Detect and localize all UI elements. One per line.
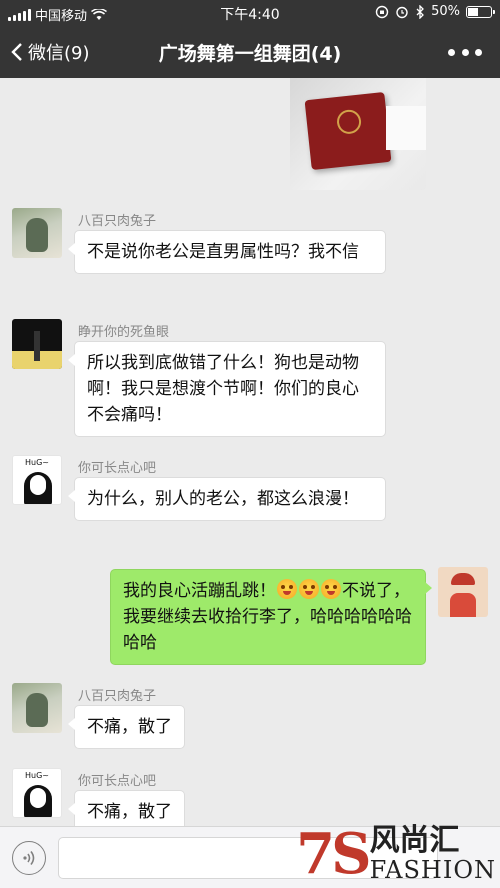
bluetooth-icon — [416, 4, 425, 19]
avatar[interactable] — [12, 683, 62, 733]
flushed-emoji-icon — [299, 579, 319, 599]
sender-name: 你可长点心吧 — [78, 461, 157, 476]
top-bar: 中国移动 下午4:40 50% 微信(9) 广场舞第一组舞团(4) — [0, 0, 500, 78]
passport-image — [304, 92, 392, 170]
message-text: 我的良心活蹦乱跳！ — [123, 581, 276, 601]
message-bubble-me[interactable]: 我的良心活蹦乱跳！ 不说了，我要继续去收拾行李了，哈哈哈哈哈哈哈哈 — [110, 569, 432, 665]
more-button[interactable] — [448, 40, 482, 64]
sender-name: 睁开你的死鱼眼 — [78, 325, 170, 340]
battery-percent: 50% — [431, 4, 460, 19]
battery-icon — [466, 5, 495, 18]
flushed-emoji-icon — [277, 579, 297, 599]
rotation-lock-icon — [375, 5, 389, 18]
chat-title: 广场舞第一组舞团(4) — [158, 43, 342, 65]
voice-icon — [23, 851, 35, 865]
avatar[interactable]: HuG~ — [12, 768, 62, 818]
message-bubble[interactable]: 不痛，散了 — [68, 705, 185, 749]
status-right: 50% — [375, 4, 495, 19]
avatar-caption: HuG~ — [25, 458, 49, 467]
status-bar: 中国移动 下午4:40 50% — [0, 0, 500, 26]
message-bubble[interactable]: 为什么，别人的老公，都这么浪漫！ — [68, 477, 386, 521]
message-bubble[interactable]: 不是说你老公是直男属性吗？我不信 — [68, 230, 386, 274]
flushed-emoji-icon — [321, 579, 341, 599]
nav-bar: 微信(9) 广场舞第一组舞团(4) — [0, 26, 500, 78]
alarm-icon — [396, 6, 408, 18]
avatar[interactable] — [12, 208, 62, 258]
chat-area[interactable]: 八百只肉兔子 不是说你老公是直男属性吗？我不信 睁开你的死鱼眼 所以我到底做错了… — [0, 78, 500, 826]
sender-name: 八百只肉兔子 — [78, 689, 157, 704]
message-input[interactable] — [58, 837, 438, 879]
avatar[interactable]: HuG~ — [12, 455, 62, 505]
sender-name: 八百只肉兔子 — [78, 214, 157, 229]
avatar[interactable] — [12, 319, 62, 369]
avatar[interactable] — [438, 567, 488, 617]
message-bubble[interactable]: 不痛，散了 — [68, 790, 185, 826]
more-dots-icon — [448, 48, 455, 56]
sender-name: 你可长点心吧 — [78, 774, 157, 789]
message-bubble[interactable]: 所以我到底做错了什么！狗也是动物啊！我只是想渡个节啊！你们的良心不会痛吗！ — [68, 341, 386, 437]
voice-button[interactable] — [12, 841, 46, 875]
avatar-caption: HuG~ — [25, 771, 49, 780]
image-message[interactable] — [290, 78, 426, 190]
input-bar — [0, 826, 500, 888]
